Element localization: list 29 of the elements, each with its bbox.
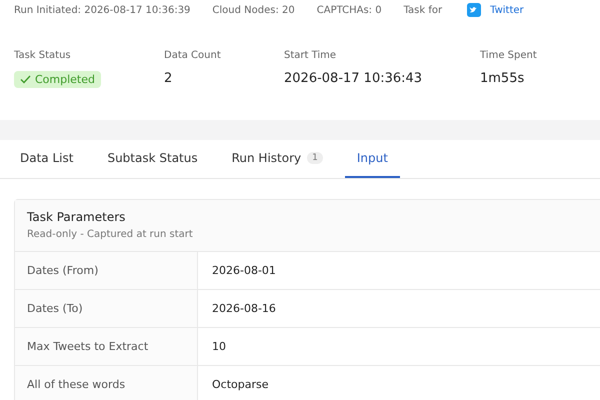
tab[interactable]: Input [344,140,400,178]
parameter-value: 10 [211,339,226,355]
panel-subtitle: Read-only - Captured at run start [27,229,194,240]
stat-label: Task Status [14,50,71,61]
tab[interactable]: Data List [8,140,86,178]
run-info-text: Cloud Nodes: 20 [212,4,295,16]
run-info-text: Task for [404,4,442,16]
parameter-name: All of these words [15,366,198,400]
stat-value: 2 [164,71,172,86]
count-badge: 1 [307,152,323,164]
parameter-name: Dates (To) [15,290,198,327]
stat-value: 2026-08-17 10:36:43 [284,71,422,86]
parameter-name: Max Tweets to Extract [15,328,198,365]
stat-label: Start Time [284,50,336,61]
parameter-value: Octoparse [211,377,268,393]
run-info-text: Run Initiated: 2026-08-17 10:36:39 [14,4,190,16]
stat-value: 1m55s [480,71,524,86]
status-text: Completed [35,73,95,86]
run-info-text: CAPTCHAs: 0 [316,4,382,16]
stat-label: Time Spent [480,50,537,61]
task-link[interactable]: Twitter [490,4,524,16]
parameter-name: Dates (From) [15,252,198,289]
stat-label: Data Count [164,50,221,61]
parameter-value: 2026-08-16 [211,301,276,317]
panel-title: Task Parameters [27,210,126,224]
tab[interactable]: Subtask Status [95,140,210,178]
tab[interactable]: Run History 1 [220,140,335,178]
parameter-value: 2026-08-01 [211,263,276,279]
check-icon [20,75,31,84]
